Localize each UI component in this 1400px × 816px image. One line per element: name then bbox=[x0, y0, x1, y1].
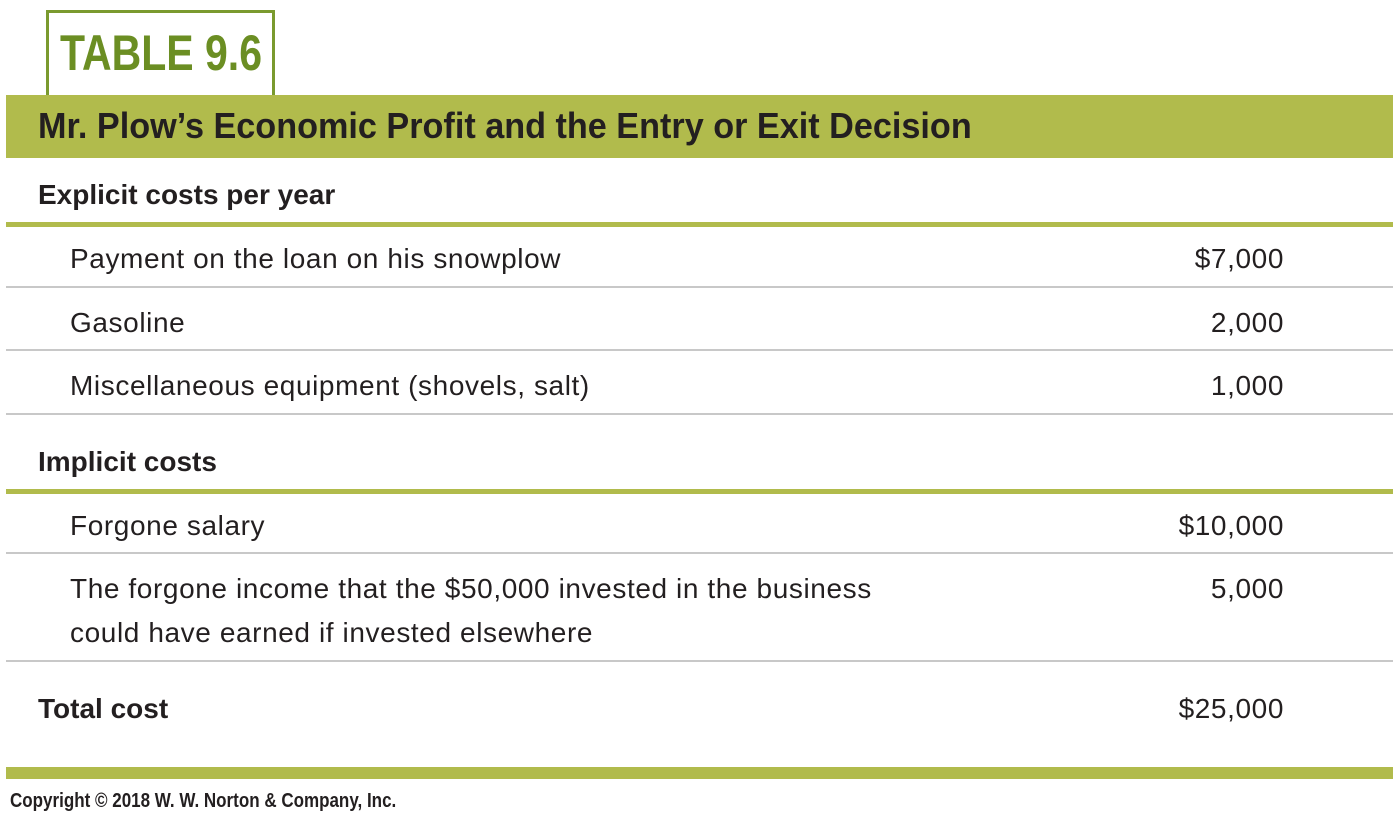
row-value-forgone-salary: $10,000 bbox=[1178, 510, 1284, 541]
row-label-forgone-income-line2: could have earned if invested elsewhere bbox=[70, 617, 594, 648]
footer-bar bbox=[6, 767, 1393, 779]
row-divider bbox=[6, 552, 1393, 554]
row-divider bbox=[6, 413, 1393, 415]
row-label-gasoline: Gasoline bbox=[70, 307, 186, 338]
row-label-forgone-income-line1: The forgone income that the $50,000 inve… bbox=[70, 573, 872, 604]
row-divider bbox=[6, 349, 1393, 351]
row-divider bbox=[6, 660, 1393, 662]
section-heading-explicit: Explicit costs per year bbox=[38, 179, 336, 210]
row-label-misc-equipment: Miscellaneous equipment (shovels, salt) bbox=[70, 370, 590, 401]
section-heading-implicit: Implicit costs bbox=[38, 446, 217, 477]
row-divider bbox=[6, 286, 1393, 288]
row-value-gasoline: 2,000 bbox=[1210, 307, 1284, 338]
table-title: Mr. Plow’s Economic Profit and the Entry… bbox=[38, 105, 972, 146]
copyright-notice: Copyright © 2018 W. W. Norton & Company,… bbox=[10, 790, 397, 812]
row-label-loan-payment: Payment on the loan on his snowplow bbox=[70, 243, 562, 274]
row-label-forgone-salary: Forgone salary bbox=[70, 510, 266, 541]
row-value-loan-payment: $7,000 bbox=[1194, 243, 1284, 274]
total-label: Total cost bbox=[38, 693, 169, 724]
row-value-forgone-income: 5,000 bbox=[1210, 573, 1284, 604]
table-label: TABLE 9.6 bbox=[60, 25, 263, 81]
total-value: $25,000 bbox=[1178, 693, 1284, 724]
section-rule-explicit bbox=[6, 222, 1393, 227]
section-rule-implicit bbox=[6, 489, 1393, 494]
row-value-misc-equipment: 1,000 bbox=[1210, 370, 1284, 401]
